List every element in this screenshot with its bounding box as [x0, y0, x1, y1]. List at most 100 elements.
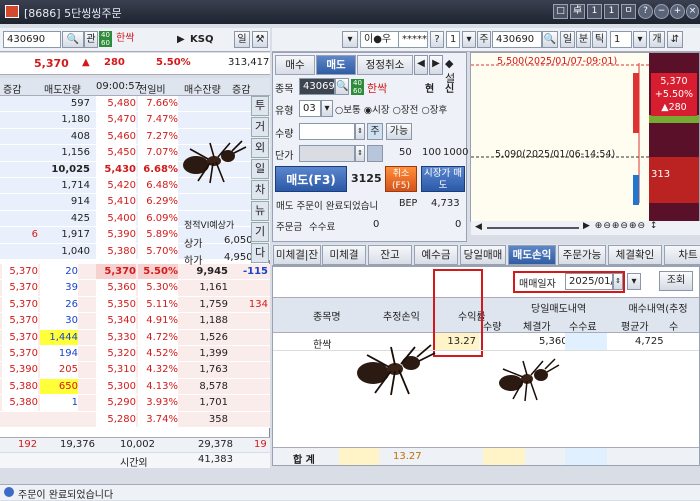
side-tab[interactable]: 기 [251, 222, 269, 242]
interval-count-field[interactable]: 1 [610, 31, 632, 48]
buy-row-qty[interactable]: 358 [184, 412, 228, 427]
window-btn-4[interactable]: 1 [604, 4, 619, 19]
bottom-tab[interactable]: 체결확인 [608, 245, 662, 265]
order-search-icon[interactable]: 🔍 [335, 78, 349, 95]
chart-code-input[interactable]: 430690 [492, 31, 542, 48]
pnl-table-row[interactable]: 한싹 13.27 5,360 4,725 [273, 333, 699, 351]
maximize-icon[interactable]: + [670, 4, 685, 19]
share-unit-button[interactable]: 주 [367, 123, 383, 140]
calendar-dropdown-icon[interactable]: ▾ [627, 273, 641, 290]
available-button[interactable]: 가능 [386, 123, 412, 140]
buy-row-price[interactable]: 5,330 [96, 329, 136, 345]
buy-row[interactable]: 5,280 3.74% 358 [0, 411, 270, 428]
stock-code-input[interactable]: 430690 [3, 31, 61, 48]
help-icon[interactable]: ? [638, 4, 653, 19]
qty-input[interactable] [299, 123, 355, 140]
side-tab[interactable]: 뉴 [251, 201, 269, 221]
sell-row-price[interactable]: 5,450 [96, 145, 136, 161]
buy-row-price[interactable]: 5,310 [96, 362, 136, 378]
next-arrow-icon[interactable]: ▶ [429, 55, 443, 75]
buy-row[interactable]: 5,370 194 5,320 4.52% 1,399 [0, 346, 270, 363]
side-tab[interactable]: 투 [251, 96, 269, 116]
price-input[interactable] [299, 145, 355, 162]
interval-dropdown-icon[interactable]: ▾ [633, 31, 647, 48]
sell-row[interactable]: 914 5,410 6.29% [0, 194, 270, 211]
sell-row-price[interactable]: 5,390 [96, 227, 136, 243]
buy-row[interactable]: 5,370 26 5,350 5.11% 1,759 134 [0, 296, 270, 314]
minimize-icon[interactable]: − [654, 4, 669, 19]
side-tab[interactable]: 다 [251, 243, 269, 263]
cash-label[interactable]: 현 [425, 80, 434, 95]
pct-50[interactable]: 50 [399, 147, 412, 158]
tab-sell[interactable]: 매도 [316, 55, 356, 75]
pin-icon[interactable]: ⇵ [667, 31, 683, 48]
bottom-tab[interactable]: 미체결 [322, 245, 366, 265]
market-sell-button[interactable]: 시장가 매도 [421, 166, 465, 192]
qty-stepper[interactable]: ⇕ [355, 123, 365, 140]
order-code-input[interactable]: 430690 [299, 78, 335, 95]
tick-interval-button[interactable]: 틱 [592, 31, 607, 48]
sell-row-price[interactable]: 5,400 [96, 210, 136, 227]
play-icon[interactable]: ▶ [177, 34, 185, 45]
chart-scroll-track[interactable] [487, 227, 579, 229]
sell-row-price[interactable]: 5,460 [96, 128, 136, 145]
price-lookup-button[interactable] [367, 145, 383, 162]
chart-scroll-left-icon[interactable]: ◀ [475, 222, 482, 232]
type-dropdown-icon[interactable]: ▾ [321, 100, 333, 117]
order-type-code[interactable]: 03 [299, 100, 321, 117]
side-tab[interactable]: 거 [251, 117, 269, 137]
kwan-button[interactable]: 관 [84, 31, 98, 48]
search-button[interactable]: 🔍 [62, 31, 84, 48]
chart-search-icon[interactable]: 🔍 [542, 31, 558, 48]
bottom-tab[interactable]: 잔고 [368, 245, 412, 265]
count-field[interactable]: 1 [446, 31, 460, 48]
tab-buy[interactable]: 매수 [275, 55, 315, 75]
bottom-tab[interactable]: 주문가능 [558, 245, 606, 265]
sell-row-price[interactable]: 5,470 [96, 112, 136, 128]
stock-type-button[interactable]: 주 [477, 31, 491, 48]
buy-row-qty[interactable]: 1,526 [184, 330, 228, 345]
buy-row[interactable]: 5,370 30 5,340 4.91% 1,188 [0, 313, 270, 330]
day-button[interactable]: 일 [234, 31, 250, 48]
buy-row-qty[interactable]: 1,188 [184, 313, 228, 328]
dropdown-button[interactable]: ▾ [342, 31, 358, 48]
buy-row-price[interactable]: 5,340 [96, 313, 136, 329]
sell-row-price[interactable]: 5,480 [96, 96, 136, 112]
tab-unfilled-balance[interactable]: 미체결|잔 [273, 245, 321, 265]
sell-row-qty[interactable]: 1,040 [40, 244, 90, 259]
lookup-button[interactable]: 조회 [659, 271, 693, 291]
sell-row-qty[interactable]: 425 [40, 211, 90, 226]
buy-row-price[interactable]: 5,370 [96, 264, 136, 280]
side-tab[interactable]: 일 [251, 159, 269, 179]
side-tab[interactable]: 차 [251, 180, 269, 200]
chart-scrollbar[interactable]: ◀ ▶ ⊕⊖⊕⊖⊕⊖ ↕ [471, 221, 700, 235]
buy-row-qty[interactable]: 1,701 [184, 395, 228, 410]
buy-row[interactable]: 5,390 205 5,310 4.32% 1,763 [0, 362, 270, 379]
radio-post[interactable]: 장후 [430, 105, 447, 116]
date-input[interactable]: 2025/01/07 [565, 273, 613, 290]
price-stepper[interactable]: ⇕ [355, 145, 365, 162]
prev-arrow-icon[interactable]: ◀ [414, 55, 428, 75]
buy-row-price[interactable]: 5,320 [96, 346, 136, 362]
window-btn-5[interactable]: ㅁ [621, 4, 636, 19]
chart-zoom-icons[interactable]: ▶ ⊕⊖⊕⊖⊕⊖ ↕ [583, 221, 658, 231]
sell-row-qty[interactable]: 597 [40, 96, 90, 111]
sell-row-price[interactable]: 5,380 [96, 243, 136, 259]
buy-row-qty[interactable]: 1,161 [184, 280, 228, 295]
sell-row[interactable]: 597 5,480 7.66% [0, 96, 270, 113]
sell-row-qty[interactable]: 1,917 [40, 227, 90, 242]
radio-pre[interactable]: 장전 [401, 105, 418, 116]
sell-order-button[interactable]: 매도(F3) [275, 166, 347, 192]
pct-100[interactable]: 100 [422, 147, 441, 158]
buy-row[interactable]: 5,370 1,444 5,330 4.72% 1,526 [0, 329, 270, 346]
sell-row-qty[interactable]: 914 [40, 194, 90, 209]
radio-market[interactable]: 시장 [372, 105, 389, 116]
gae-button[interactable]: 개 [649, 31, 665, 48]
bottom-tab[interactable]: 예수금 [414, 245, 458, 265]
sell-row-qty[interactable]: 1,156 [40, 145, 90, 160]
buy-row[interactable]: 5,380 650 5,300 4.13% 8,578 [0, 378, 270, 396]
credit-label[interactable]: 신 [445, 80, 454, 95]
sell-row-qty[interactable]: 1,180 [40, 112, 90, 127]
buy-row-price[interactable]: 5,280 [96, 411, 136, 427]
buy-row[interactable]: 5,370 39 5,360 5.30% 1,161 [0, 280, 270, 297]
